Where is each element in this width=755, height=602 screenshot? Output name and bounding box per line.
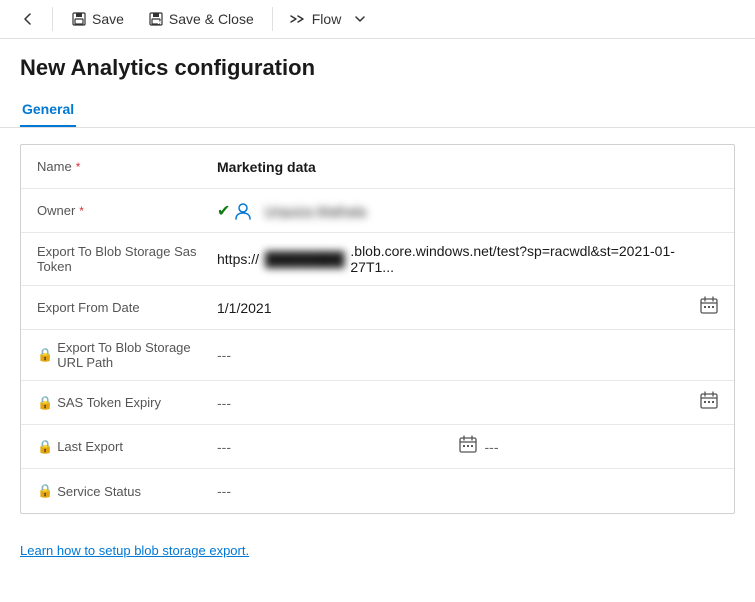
owner-person-icon — [234, 202, 252, 220]
field-row-sas-expiry: 🔒 SAS Token Expiry --- — [21, 381, 734, 425]
required-indicator-owner: * — [79, 204, 84, 218]
field-value-export-date: 1/1/2021 — [217, 300, 700, 316]
lock-icon-service-status: 🔒 — [37, 483, 53, 499]
field-row-export-date: Export From Date 1/1/2021 — [21, 286, 734, 330]
field-row-export-url: 🔒 Export To Blob Storage URL Path --- — [21, 330, 734, 381]
toolbar: Save Save & Close Flow — [0, 0, 755, 39]
field-value-owner: ✔ Urquiza Mathala — [217, 201, 718, 221]
learn-link[interactable]: Learn how to setup blob storage export. — [20, 543, 249, 558]
field-label-export-url: 🔒 Export To Blob Storage URL Path — [37, 340, 217, 370]
calendar-svg-sas — [700, 391, 718, 409]
field-value-name: Marketing data — [217, 159, 718, 175]
save-close-icon — [148, 11, 164, 27]
tabs: General — [0, 93, 755, 128]
field-value-row-sas-expiry: --- — [217, 391, 718, 414]
lock-icon-last-export: 🔒 — [37, 439, 53, 455]
sas-expiry-calendar-icon[interactable] — [700, 391, 718, 414]
flow-chevron-icon — [355, 15, 365, 23]
field-row-export-sas: Export To Blob Storage Sas Token https:/… — [21, 233, 734, 286]
owner-check-icon: ✔ — [217, 201, 230, 221]
page-title: New Analytics configuration — [20, 55, 735, 81]
lock-icon-sas-expiry: 🔒 — [37, 395, 53, 411]
field-value-sas-expiry: --- — [217, 395, 700, 411]
field-value-export-url: --- — [217, 347, 718, 363]
save-label: Save — [92, 11, 124, 27]
field-label-last-export: 🔒 Last Export — [37, 439, 217, 455]
owner-status-icons: ✔ — [217, 201, 252, 221]
field-value-service-status: --- — [217, 483, 718, 499]
field-label-name: Name * — [37, 159, 217, 174]
page-header: New Analytics configuration — [0, 39, 755, 81]
field-row-last-export: 🔒 Last Export --- --- — [21, 425, 734, 469]
back-icon — [20, 11, 36, 27]
field-row-name: Name * Marketing data — [21, 145, 734, 189]
owner-name-value[interactable]: Urquiza Mathala — [264, 203, 366, 219]
form-container: Name * Marketing data Owner * ✔ Urquiza … — [20, 144, 735, 514]
lock-icon-export-url: 🔒 — [37, 347, 53, 363]
last-export-calendar-icon[interactable] — [459, 435, 477, 458]
field-label-service-status: 🔒 Service Status — [37, 483, 217, 499]
toolbar-divider-1 — [52, 7, 53, 31]
flow-icon — [289, 11, 307, 27]
field-value-last-export-2: --- — [485, 439, 719, 455]
field-label-export-sas: Export To Blob Storage Sas Token — [37, 244, 217, 274]
save-close-button[interactable]: Save & Close — [138, 6, 264, 32]
flow-label: Flow — [312, 11, 342, 27]
flow-button-group: Flow — [281, 6, 372, 32]
field-value-export-sas: https:// ████████ .blob.core.windows.net/t… — [217, 243, 718, 275]
save-close-label: Save & Close — [169, 11, 254, 27]
calendar-svg — [700, 296, 718, 314]
save-button[interactable]: Save — [61, 6, 134, 32]
field-row-owner: Owner * ✔ Urquiza Mathala — [21, 189, 734, 233]
back-button[interactable] — [12, 6, 44, 32]
url-blurred-part: ████████ — [265, 251, 344, 267]
url-suffix: .blob.core.windows.net/test?sp=racwdl&st… — [350, 243, 718, 275]
required-indicator-name: * — [76, 160, 81, 174]
url-prefix: https:// — [217, 251, 259, 267]
field-value-row-last-export: --- --- — [217, 435, 718, 458]
toolbar-divider-2 — [272, 7, 273, 31]
field-label-export-date: Export From Date — [37, 300, 217, 315]
form-footer: Learn how to setup blob storage export. — [0, 530, 755, 574]
field-value-last-export: --- — [217, 439, 451, 455]
field-row-service-status: 🔒 Service Status --- — [21, 469, 734, 513]
calendar-svg-last-export — [459, 435, 477, 453]
flow-dropdown-button[interactable] — [349, 7, 371, 31]
field-label-sas-expiry: 🔒 SAS Token Expiry — [37, 395, 217, 411]
tab-general[interactable]: General — [20, 93, 76, 127]
save-icon — [71, 11, 87, 27]
field-label-owner: Owner * — [37, 203, 217, 218]
export-date-calendar-icon[interactable] — [700, 296, 718, 319]
flow-button[interactable]: Flow — [281, 6, 350, 32]
field-value-row-export-date: 1/1/2021 — [217, 296, 718, 319]
